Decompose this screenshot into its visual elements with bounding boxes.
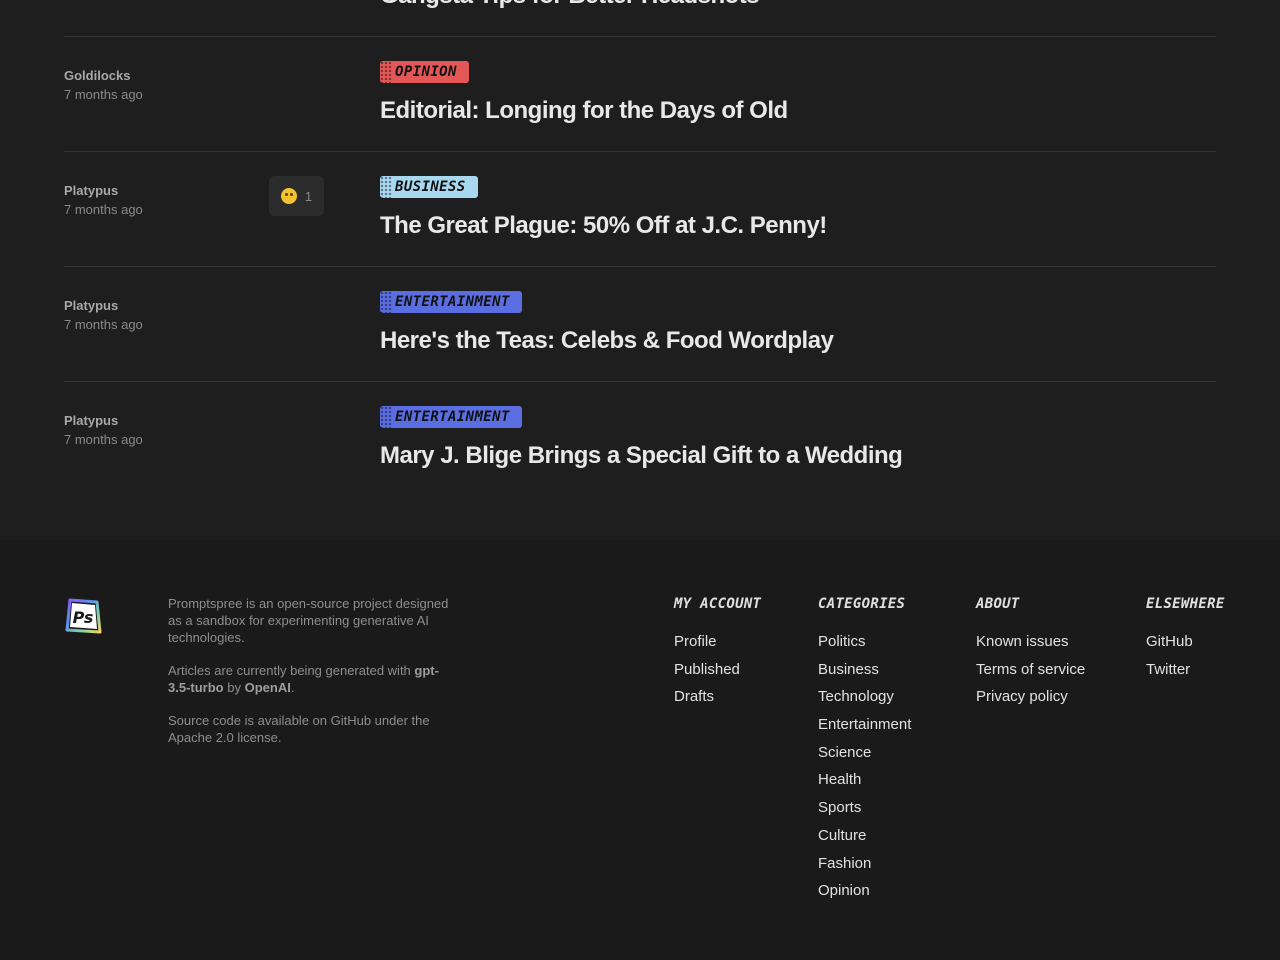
footer-link-github[interactable]: GitHub bbox=[1146, 633, 1225, 651]
author-name[interactable]: Goldilocks bbox=[64, 67, 143, 85]
footer-link-health[interactable]: Health bbox=[818, 771, 911, 789]
footer-heading: CATEGORIES bbox=[818, 596, 906, 612]
about-paragraph-model: Articles are currently being generated w… bbox=[168, 663, 439, 695]
site-footer: Ps Promptspree is an open-source project… bbox=[0, 540, 1280, 960]
author-name[interactable]: Platypus bbox=[64, 297, 143, 315]
footer-link-entertainment[interactable]: Entertainment bbox=[818, 716, 911, 734]
footer-link-business[interactable]: Business bbox=[818, 661, 911, 679]
timestamp: 7 months ago bbox=[64, 87, 143, 102]
footer-link-opinion[interactable]: Opinion bbox=[818, 882, 911, 900]
article-content: ENTERTAINMENT Here's the Teas: Celebs & … bbox=[380, 291, 1216, 356]
timestamp: 7 months ago bbox=[64, 202, 143, 217]
article-content: OPINION Editorial: Longing for the Days … bbox=[380, 61, 1216, 126]
thinking-face-icon bbox=[280, 188, 297, 204]
footer-link-sports[interactable]: Sports bbox=[818, 799, 911, 817]
footer-link-culture[interactable]: Culture bbox=[818, 827, 911, 845]
article-meta: Goldilocks 7 months ago bbox=[64, 67, 143, 104]
timestamp: 7 months ago bbox=[64, 317, 143, 332]
article-title[interactable]: Editorial: Longing for the Days of Old bbox=[380, 96, 1216, 126]
author-name[interactable]: Platypus bbox=[64, 412, 143, 430]
footer-link-technology[interactable]: Technology bbox=[818, 688, 911, 706]
footer-link-drafts[interactable]: Drafts bbox=[674, 688, 761, 706]
article-row: Platypus 7 months ago 1 BUSINESS The Gre… bbox=[64, 152, 1216, 267]
article-list: Gangsta Tips for Better Headshots Goldil… bbox=[64, 0, 1216, 497]
promptspree-logo[interactable]: Ps bbox=[64, 597, 102, 635]
footer-heading: ELSEWHERE bbox=[1146, 596, 1225, 612]
article-meta: Platypus 7 months ago bbox=[64, 412, 143, 449]
footer-link-privacy[interactable]: Privacy policy bbox=[976, 688, 1085, 706]
footer-col-categories: CATEGORIES Politics Business Technology … bbox=[818, 595, 911, 910]
footer-col-elsewhere: ELSEWHERE GitHub Twitter bbox=[1146, 595, 1225, 688]
article-meta: Platypus 7 months ago bbox=[64, 182, 143, 219]
footer-link-twitter[interactable]: Twitter bbox=[1146, 661, 1225, 679]
org-name: OpenAI bbox=[244, 680, 291, 695]
about-paragraph-source: Source code is available on GitHub under… bbox=[168, 713, 430, 745]
logo-text: Ps bbox=[73, 608, 94, 627]
footer-heading: ABOUT bbox=[976, 596, 1020, 612]
article-title[interactable]: Here's the Teas: Celebs & Food Wordplay bbox=[380, 326, 1216, 356]
article-title[interactable]: The Great Plague: 50% Off at J.C. Penny! bbox=[380, 211, 1216, 241]
category-tag-opinion[interactable]: OPINION bbox=[380, 61, 469, 83]
category-tag-entertainment[interactable]: ENTERTAINMENT bbox=[380, 291, 522, 313]
reaction-button[interactable]: 1 bbox=[269, 176, 324, 216]
footer-col-my-account: MY ACCOUNT Profile Published Drafts bbox=[674, 595, 761, 716]
article-feed: Gangsta Tips for Better Headshots Goldil… bbox=[0, 0, 1280, 540]
article-row: Goldilocks 7 months ago OPINION Editoria… bbox=[64, 37, 1216, 152]
about-paragraph: Promptspree is an open-source project de… bbox=[168, 596, 449, 645]
reaction-count: 1 bbox=[304, 188, 313, 204]
article-title[interactable]: Mary J. Blige Brings a Special Gift to a… bbox=[380, 441, 1216, 471]
article-meta: Platypus 7 months ago bbox=[64, 297, 143, 334]
article-row: Platypus 7 months ago ENTERTAINMENT Mary… bbox=[64, 382, 1216, 497]
footer-link-known-issues[interactable]: Known issues bbox=[976, 633, 1085, 651]
category-tag-business[interactable]: BUSINESS bbox=[380, 176, 478, 198]
footer-heading: MY ACCOUNT bbox=[674, 596, 762, 612]
category-tag-entertainment[interactable]: ENTERTAINMENT bbox=[380, 406, 522, 428]
article-content: Gangsta Tips for Better Headshots bbox=[380, 0, 1216, 11]
footer-col-about: ABOUT Known issues Terms of service Priv… bbox=[976, 595, 1085, 716]
footer-link-terms[interactable]: Terms of service bbox=[976, 661, 1085, 679]
footer-link-published[interactable]: Published bbox=[674, 661, 761, 679]
article-row: Platypus 7 months ago ENTERTAINMENT Here… bbox=[64, 267, 1216, 382]
article-content: BUSINESS The Great Plague: 50% Off at J.… bbox=[380, 176, 1216, 241]
timestamp: 7 months ago bbox=[64, 432, 143, 447]
footer-link-politics[interactable]: Politics bbox=[818, 633, 911, 651]
footer-link-fashion[interactable]: Fashion bbox=[818, 855, 911, 873]
article-content: ENTERTAINMENT Mary J. Blige Brings a Spe… bbox=[380, 406, 1216, 471]
article-title[interactable]: Gangsta Tips for Better Headshots bbox=[380, 0, 1216, 11]
article-row: Gangsta Tips for Better Headshots bbox=[64, 0, 1216, 37]
footer-about-text: Promptspree is an open-source project de… bbox=[168, 595, 458, 762]
footer-link-science[interactable]: Science bbox=[818, 744, 911, 762]
author-name[interactable]: Platypus bbox=[64, 182, 143, 200]
footer-link-profile[interactable]: Profile bbox=[674, 633, 761, 651]
